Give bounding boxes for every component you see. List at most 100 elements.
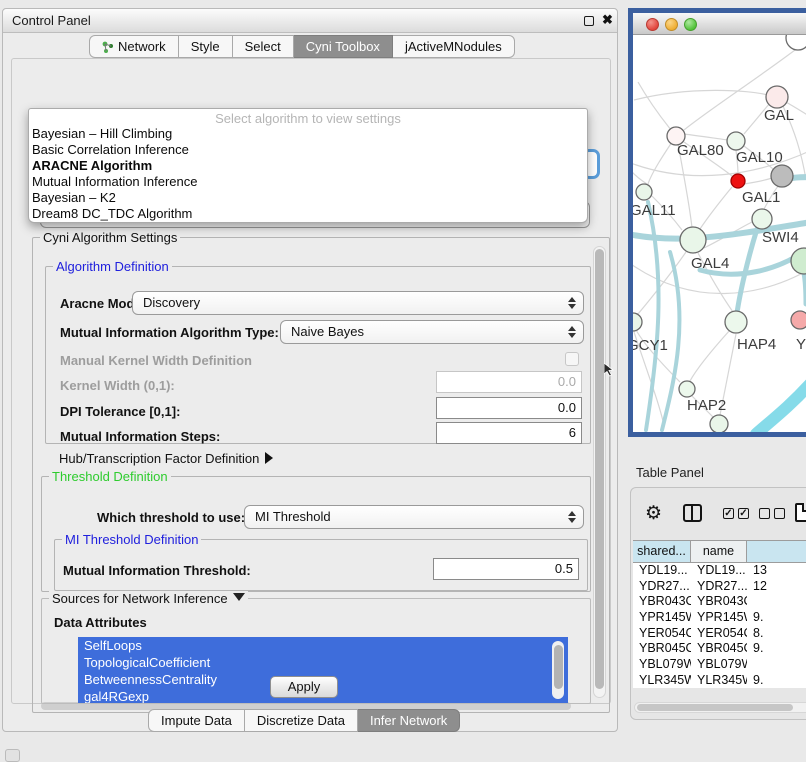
tab-style[interactable]: Style xyxy=(179,35,233,58)
attribute-item-selected[interactable]: TopologicalCoefficient xyxy=(78,654,568,671)
popup-item[interactable]: Bayesian – K2 xyxy=(29,190,587,206)
cyni-algorithm-settings-group: Cyni Algorithm Settings Algorithm Defini… xyxy=(32,237,610,713)
table-cell[interactable]: 12 xyxy=(747,579,806,595)
table-row[interactable]: YLR345WYLR345W9. xyxy=(633,673,806,688)
tab-jactivemnodules[interactable]: jActiveMNodules xyxy=(393,35,515,58)
popup-item[interactable]: Mutual Information Inference xyxy=(29,174,587,190)
network-node[interactable] xyxy=(636,184,652,200)
table-cell[interactable]: YDL19... xyxy=(633,563,691,579)
network-canvas[interactable]: GALGAL80GAL10GAL1GAL11SWI4GAL4GCY1HAP4YH… xyxy=(633,35,806,432)
mi-type-combo[interactable]: Naive Bayes xyxy=(280,320,584,344)
network-node[interactable] xyxy=(752,209,772,229)
mac-minimize-button[interactable] xyxy=(665,18,678,31)
sources-group-title[interactable]: Sources for Network Inference xyxy=(49,591,248,606)
tab-infer-network[interactable]: Infer Network xyxy=(358,709,460,732)
network-node[interactable] xyxy=(771,165,793,187)
tab-network[interactable]: Network xyxy=(89,35,179,58)
table-cell[interactable]: YER054C xyxy=(691,626,747,642)
table-cell[interactable]: 8. xyxy=(747,626,806,642)
deselect-checkbox-icon[interactable] xyxy=(759,508,770,519)
hub-definition-toggle[interactable]: Hub/Transcription Factor Definition xyxy=(59,451,273,466)
table-row[interactable]: YBR045CYBR045C9. xyxy=(633,641,806,657)
column-header-name[interactable]: name xyxy=(691,541,747,562)
network-node[interactable] xyxy=(791,311,806,329)
attribute-item-selected[interactable]: SelfLoops xyxy=(78,637,568,654)
column-header-shared-name[interactable]: shared... xyxy=(633,541,691,562)
mac-close-button[interactable] xyxy=(646,18,659,31)
kernel-width-field[interactable]: 0.0 xyxy=(436,371,582,393)
network-node[interactable] xyxy=(679,381,695,397)
network-node[interactable] xyxy=(786,35,806,50)
table-horizontal-scrollbar[interactable] xyxy=(634,702,806,713)
table-cell[interactable]: YLR345W xyxy=(633,673,691,688)
tab-select[interactable]: Select xyxy=(233,35,294,58)
which-threshold-combo[interactable]: MI Threshold xyxy=(244,505,584,529)
tab-discretize-data[interactable]: Discretize Data xyxy=(245,709,358,732)
table-cell[interactable]: YBR043C xyxy=(691,594,747,610)
attribute-list-scrollbar[interactable] xyxy=(552,641,564,699)
table-cell[interactable]: YER054C xyxy=(633,626,691,642)
mi-steps-field[interactable]: 6 xyxy=(436,422,582,444)
table-cell[interactable]: YLR345W xyxy=(691,673,747,688)
select-all-checkbox-icon[interactable]: ✓ xyxy=(738,508,749,519)
network-node[interactable] xyxy=(731,174,745,188)
tab-impute-data[interactable]: Impute Data xyxy=(148,709,245,732)
table-cell[interactable]: YBR045C xyxy=(691,641,747,657)
table-cell[interactable] xyxy=(747,594,806,610)
gear-icon[interactable]: ⚙ xyxy=(645,502,662,525)
columns-icon[interactable] xyxy=(683,504,702,522)
table-horizontal-scrollbar-thumb[interactable] xyxy=(637,704,793,711)
table-row[interactable]: YDL19...YDL19...13 xyxy=(633,563,806,579)
network-node[interactable] xyxy=(766,86,788,108)
manual-kernel-checkbox[interactable] xyxy=(565,352,579,366)
popup-item[interactable]: Bayesian – Hill Climbing xyxy=(29,126,587,142)
network-node[interactable] xyxy=(725,311,747,333)
select-all-checkbox-icon[interactable]: ✓ xyxy=(723,508,734,519)
table-cell[interactable]: YDR27... xyxy=(691,579,747,595)
popup-item-highlighted[interactable]: ARACNE Algorithm xyxy=(29,158,587,174)
network-node-label: Y xyxy=(796,336,806,353)
control-panel-window: Control Panel ✖ Network Style Select Cyn… xyxy=(2,8,618,732)
table-cell[interactable]: YBL079W xyxy=(633,657,691,673)
window-grip[interactable] xyxy=(5,749,20,762)
table-cell[interactable]: YBR043C xyxy=(633,594,691,610)
table-cell[interactable]: YBL079W xyxy=(691,657,747,673)
table-row[interactable]: YER054CYER054C8. xyxy=(633,626,806,642)
dpi-tolerance-field[interactable]: 0.0 xyxy=(436,397,582,419)
table-cell[interactable] xyxy=(747,657,806,673)
settings-vertical-scrollbar[interactable] xyxy=(593,246,606,698)
table-row[interactable]: YBR043CYBR043C xyxy=(633,594,806,610)
mi-threshold-field[interactable]: 0.5 xyxy=(433,558,579,580)
table-cell[interactable]: 9. xyxy=(747,673,806,688)
popup-item[interactable]: Basic Correlation Inference xyxy=(29,142,587,158)
table-row[interactable]: YPR145WYPR145W9. xyxy=(633,610,806,626)
table-cell[interactable]: YDR27... xyxy=(633,579,691,595)
apply-button[interactable]: Apply xyxy=(270,676,338,698)
attribute-list-scrollbar-thumb[interactable] xyxy=(554,645,563,689)
table-cell[interactable]: YPR145W xyxy=(691,610,747,626)
network-node[interactable] xyxy=(791,248,806,274)
column-header-extra[interactable] xyxy=(747,541,806,562)
table-cell[interactable]: 9. xyxy=(747,641,806,657)
popup-item[interactable]: Dream8 DC_TDC Algorithm xyxy=(29,206,587,222)
aracne-mode-combo[interactable]: Discovery xyxy=(132,291,584,315)
table-cell[interactable]: YBR045C xyxy=(633,641,691,657)
deselect-checkbox-icon[interactable] xyxy=(774,508,785,519)
table-cell[interactable]: 13 xyxy=(747,563,806,579)
network-node[interactable] xyxy=(710,415,728,432)
network-node[interactable] xyxy=(680,227,706,253)
table-cell[interactable]: 9. xyxy=(747,610,806,626)
mac-zoom-button[interactable] xyxy=(684,18,697,31)
close-icon[interactable]: ✖ xyxy=(602,12,613,28)
table-row[interactable]: YBL079WYBL079W xyxy=(633,657,806,673)
settings-vertical-scrollbar-thumb[interactable] xyxy=(595,249,604,689)
network-node[interactable] xyxy=(633,313,642,331)
node-table: shared... name YDL19...YDL19...13YDR27..… xyxy=(633,540,806,688)
document-icon[interactable] xyxy=(795,503,806,522)
table-cell[interactable]: YPR145W xyxy=(633,610,691,626)
table-cell[interactable]: YDL19... xyxy=(691,563,747,579)
float-window-icon[interactable] xyxy=(584,16,594,26)
table-row[interactable]: YDR27...YDR27...12 xyxy=(633,579,806,595)
tab-cyni-toolbox[interactable]: Cyni Toolbox xyxy=(294,35,393,58)
network-node[interactable] xyxy=(727,132,745,150)
